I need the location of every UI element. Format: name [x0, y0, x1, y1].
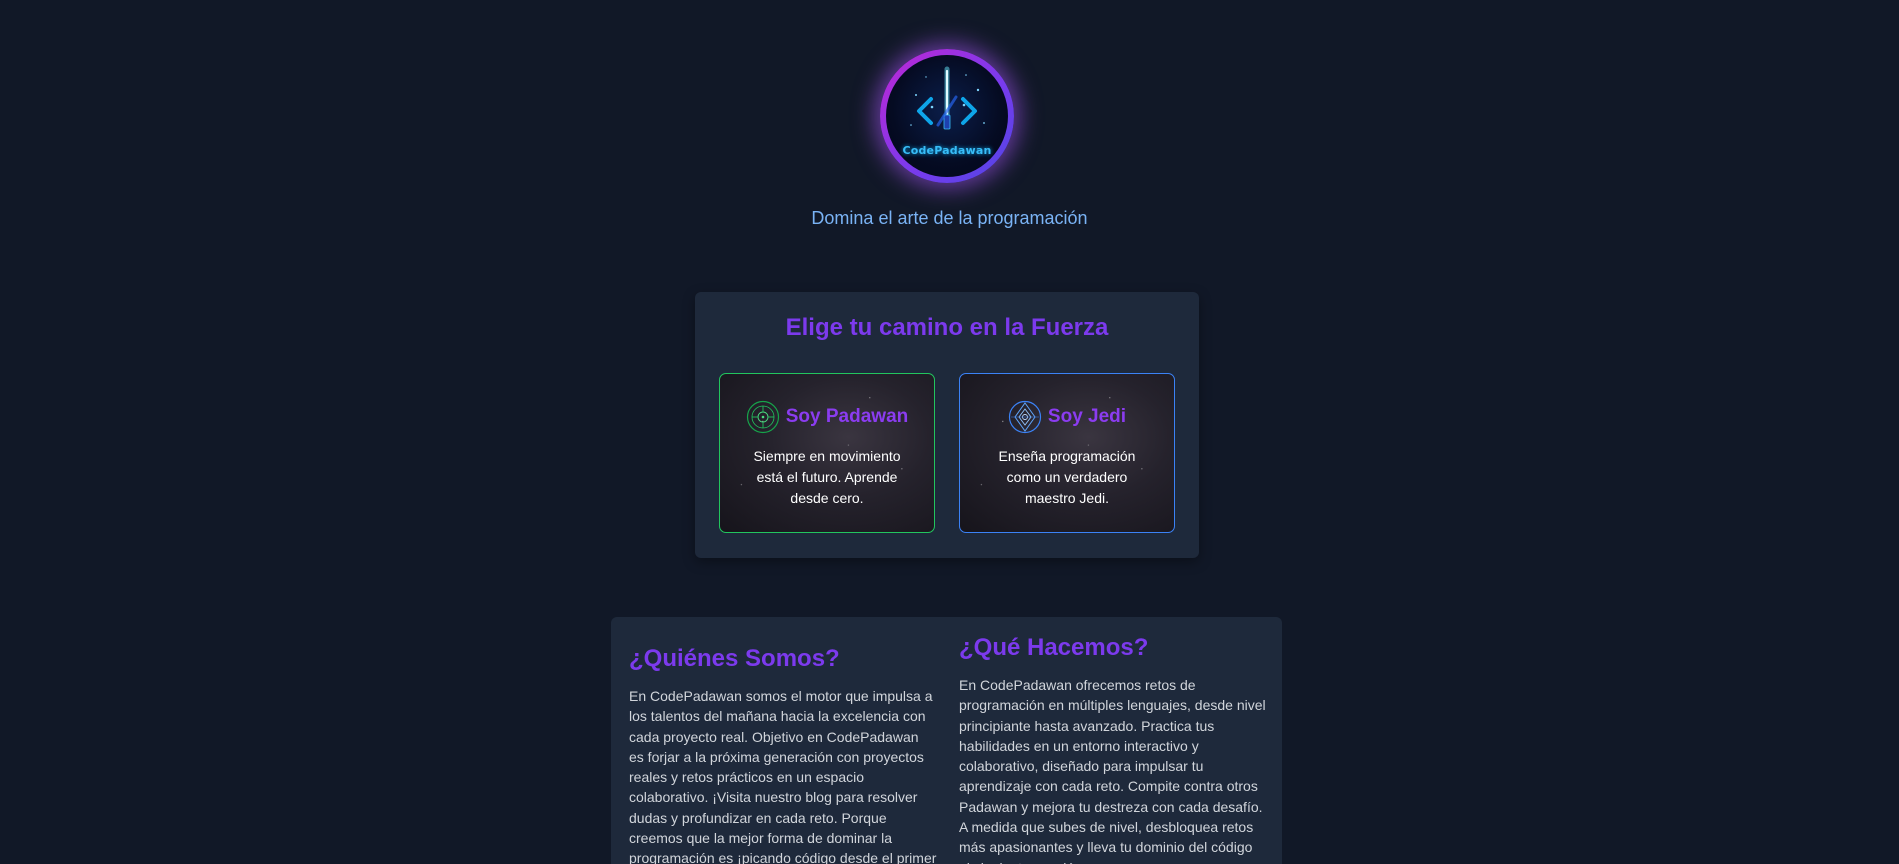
- what-we-do-column: ¿Qué Hacemos? En CodePadawan ofrecemos r…: [959, 634, 1267, 864]
- tagline: Domina el arte de la programación: [811, 208, 1088, 228]
- jedi-card-header: Soy Jedi: [960, 400, 1174, 434]
- landing-page: CodePadawan Domina el arte de la program…: [0, 0, 1899, 864]
- about-us-text: En CodePadawan somos el motor que impuls…: [629, 688, 937, 864]
- about-us-title: ¿Quiénes Somos?: [629, 645, 840, 672]
- padawan-emblem-icon: [746, 400, 780, 434]
- padawan-card-header: Soy Padawan: [720, 400, 934, 434]
- logo-emblem: CodePadawan: [886, 55, 1008, 177]
- padawan-role-title: Soy Padawan: [785, 406, 909, 427]
- what-we-do-title: ¿Qué Hacemos?: [959, 634, 1149, 661]
- jedi-role-card[interactable]: Soy Jedi Enseña programación como un ver…: [959, 373, 1175, 533]
- codepadawan-logo[interactable]: CodePadawan: [880, 49, 1014, 183]
- jedi-role-title: Soy Jedi: [1047, 406, 1127, 427]
- jedi-role-description: Enseña programación como un verdadero ma…: [998, 448, 1136, 506]
- info-section: ¿Quiénes Somos? En CodePadawan somos el …: [611, 617, 1282, 864]
- lightsaber-code-icon: [910, 66, 985, 130]
- choose-path-title: Elige tu camino en la Fuerza: [785, 314, 1109, 341]
- choose-path-panel: Elige tu camino en la Fuerza Soy Padawan…: [695, 292, 1199, 558]
- jedi-emblem-icon: [1008, 400, 1042, 434]
- padawan-role-description: Siempre en movimiento está el futuro. Ap…: [753, 448, 901, 506]
- logo-wordmark: CodePadawan: [902, 144, 992, 157]
- about-us-column: ¿Quiénes Somos? En CodePadawan somos el …: [629, 645, 937, 864]
- what-we-do-text: En CodePadawan ofrecemos retos de progra…: [959, 677, 1266, 864]
- padawan-role-card[interactable]: Soy Padawan Siempre en movimiento está e…: [719, 373, 935, 533]
